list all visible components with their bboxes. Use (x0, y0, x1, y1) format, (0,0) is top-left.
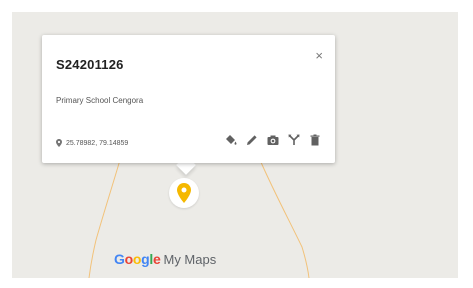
close-button[interactable]: × (315, 49, 323, 62)
coordinates-row: 25.78982, 79.14859 (56, 139, 128, 147)
place-description: Primary School Cengora (56, 96, 144, 105)
trash-icon[interactable] (309, 134, 321, 146)
paint-bucket-icon[interactable] (225, 134, 237, 146)
card-toolbar (225, 134, 321, 146)
google-letter-3: o (132, 251, 142, 267)
map-pin-icon (177, 183, 191, 203)
google-my-maps-logo: Google My Maps (114, 251, 216, 267)
google-letter-2: o (124, 251, 134, 267)
directions-icon[interactable] (288, 134, 300, 146)
place-title: S24201126 (56, 57, 124, 72)
pencil-icon[interactable] (246, 134, 258, 146)
map-canvas[interactable]: S24201126 × Primary School Cengora 25.78… (12, 12, 458, 278)
google-logo: Google (114, 251, 161, 267)
coordinates-text: 25.78982, 79.14859 (66, 139, 129, 147)
google-letter-6: e (152, 251, 161, 267)
map-marker[interactable] (169, 178, 199, 208)
place-info-card: S24201126 × Primary School Cengora 25.78… (42, 35, 335, 163)
google-letter-1: G (114, 251, 125, 267)
location-pin-icon (56, 139, 62, 147)
camera-icon[interactable] (267, 134, 279, 146)
road-right (259, 159, 310, 278)
my-maps-text: My Maps (163, 252, 217, 267)
